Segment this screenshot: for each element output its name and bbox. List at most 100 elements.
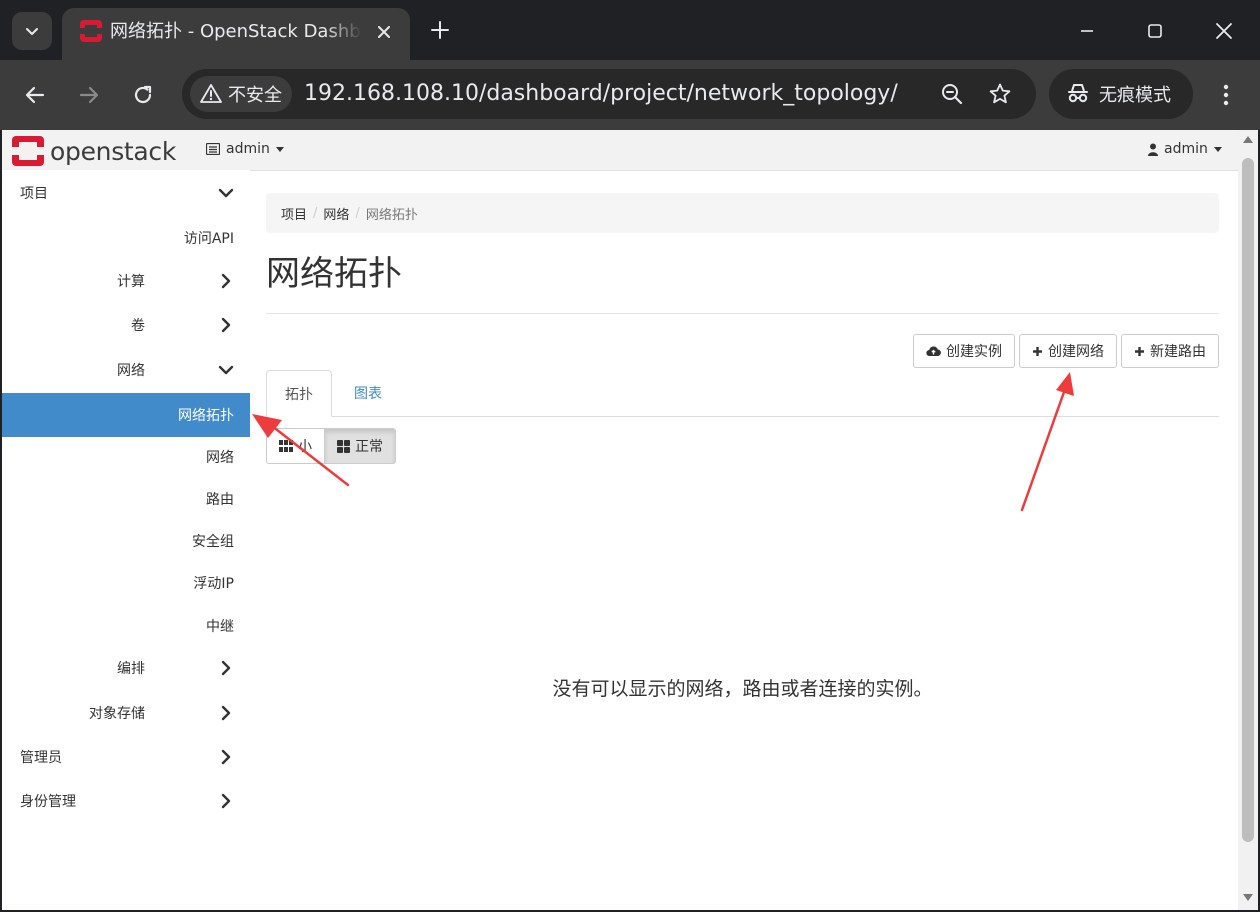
project-dropdown[interactable]: admin <box>206 141 284 157</box>
browser-tab[interactable]: 网络拓扑 - OpenStack Dashboard <box>62 8 410 60</box>
sidebar-item-networks[interactable]: 网络 <box>2 435 250 479</box>
create-router-label: 新建路由 <box>1150 344 1206 360</box>
sidebar-item-network-topology[interactable]: 网络拓扑 <box>2 393 250 437</box>
create-network-button[interactable]: 创建网络 <box>1019 334 1117 368</box>
sidebar-item-label: 网络拓扑 <box>178 408 234 424</box>
small-size-button[interactable]: 小 <box>266 428 325 464</box>
back-button[interactable] <box>18 78 52 112</box>
breadcrumb: 项目 / 网络 / 网络拓扑 <box>266 193 1219 233</box>
tab-topology[interactable]: 拓扑 <box>266 370 332 417</box>
title-divider <box>266 313 1219 314</box>
reload-button[interactable] <box>126 78 160 112</box>
tab-graph[interactable]: 图表 <box>336 370 400 416</box>
sidebar-item-identity[interactable]: 身份管理 <box>2 779 250 823</box>
warning-icon <box>200 84 222 103</box>
new-tab-button[interactable] <box>426 16 454 44</box>
chevron-right-icon <box>221 793 231 809</box>
incognito-chip[interactable]: 无痕模式 <box>1049 69 1193 119</box>
minimize-icon <box>1081 30 1093 32</box>
scroll-up-arrow-icon[interactable] <box>1243 136 1253 143</box>
sidebar-item-access-api[interactable]: 访问API <box>2 216 250 260</box>
sidebar-item-label: 对象存储 <box>89 706 145 722</box>
address-bar[interactable]: 不安全 192.168.108.10/dashboard/project/net… <box>182 69 1036 119</box>
incognito-icon <box>1068 84 1088 103</box>
url-text[interactable]: 192.168.108.10/dashboard/project/network… <box>304 80 898 108</box>
browser-menu-button[interactable] <box>1212 78 1240 112</box>
minimize-button[interactable] <box>1070 14 1104 48</box>
sidebar-item-label: 路由 <box>206 492 234 508</box>
browser-toolbar: 不安全 192.168.108.10/dashboard/project/net… <box>0 60 1260 130</box>
sidebar-item-object-store[interactable]: 对象存储 <box>2 691 250 735</box>
chevron-right-icon <box>221 660 231 676</box>
page-scrollbar[interactable] <box>1238 130 1258 910</box>
normal-size-button[interactable]: 正常 <box>325 428 396 464</box>
scroll-down-arrow-icon[interactable] <box>1243 894 1253 901</box>
chevron-down-icon <box>26 28 38 35</box>
sidebar-item-label: 卷 <box>131 318 145 334</box>
chevron-right-icon <box>221 273 231 289</box>
openstack-header: openstack admin admin <box>2 130 1238 171</box>
grid-small-icon <box>279 440 293 452</box>
sidebar-item-orchestration[interactable]: 编排 <box>2 646 250 690</box>
sidebar-item-label: 项目 <box>20 186 48 202</box>
cloud-upload-icon <box>926 345 941 357</box>
size-toggle-group: 小 正常 <box>266 428 396 464</box>
zoom-button[interactable] <box>938 80 966 108</box>
create-instance-button[interactable]: 创建实例 <box>913 334 1015 368</box>
view-tabs: 拓扑 图表 <box>266 370 1219 417</box>
sidebar-item-label: 访问API <box>183 231 234 247</box>
sidebar-item-label: 计算 <box>117 274 145 290</box>
bookmark-button[interactable] <box>986 80 1014 108</box>
security-chip[interactable]: 不安全 <box>190 76 292 112</box>
sidebar-item-label: 编排 <box>117 661 145 677</box>
forward-button[interactable] <box>72 78 106 112</box>
project-label: admin <box>226 141 270 157</box>
small-size-label: 小 <box>298 439 312 455</box>
create-network-label: 创建网络 <box>1048 344 1104 360</box>
main-content: 项目 / 网络 / 网络拓扑 网络拓扑 创建实例 创建网络 新建路由 拓扑 图表… <box>266 170 1219 910</box>
tab-title: 网络拓扑 - OpenStack Dashboard <box>110 21 362 42</box>
openstack-logo[interactable]: openstack <box>12 136 176 166</box>
page-title: 网络拓扑 <box>266 254 402 294</box>
maximize-button[interactable] <box>1138 14 1172 48</box>
tab-close-button[interactable] <box>372 20 396 44</box>
openstack-favicon-icon <box>80 20 102 42</box>
breadcrumb-item-network[interactable]: 网络 <box>323 204 349 223</box>
sidebar-item-security-groups[interactable]: 安全组 <box>2 519 250 563</box>
sidebar-item-label: 身份管理 <box>20 794 76 810</box>
sidebar-item-floating-ips[interactable]: 浮动IP <box>2 561 250 605</box>
chevron-down-icon <box>218 365 234 375</box>
normal-size-label: 正常 <box>355 439 383 455</box>
sidebar-item-network-group[interactable]: 网络 <box>2 348 250 392</box>
sidebar-item-project[interactable]: 项目 <box>2 171 250 215</box>
user-dropdown[interactable]: admin <box>1148 141 1222 157</box>
caret-down-icon <box>275 146 284 152</box>
plus-icon <box>1032 346 1043 357</box>
chevron-right-icon <box>221 705 231 721</box>
sidebar-item-trunks[interactable]: 中继 <box>2 604 250 648</box>
sidebar-item-routers[interactable]: 路由 <box>2 477 250 521</box>
more-vertical-icon <box>1223 84 1229 106</box>
breadcrumb-item-project[interactable]: 项目 <box>281 204 307 223</box>
chevron-down-icon <box>218 188 234 198</box>
sidebar-item-volumes[interactable]: 卷 <box>2 303 250 347</box>
openstack-logo-icon <box>12 136 44 166</box>
sidebar: 项目 访问API 计算 卷 网络 网络拓扑 网络 路由 安全组 浮动IP 中继 … <box>2 170 250 910</box>
scroll-thumb[interactable] <box>1242 158 1254 842</box>
sidebar-item-label: 管理员 <box>20 750 62 766</box>
sidebar-item-label: 网络 <box>206 450 234 466</box>
browser-titlebar: 网络拓扑 - OpenStack Dashboard <box>0 0 1260 60</box>
maximize-icon <box>1148 24 1162 38</box>
user-icon <box>1148 143 1158 156</box>
page-viewport: openstack admin admin 项目 访问API 计算 卷 网络 网… <box>2 130 1238 910</box>
window-close-button[interactable] <box>1207 14 1241 48</box>
action-buttons: 创建实例 创建网络 新建路由 <box>913 334 1219 368</box>
security-label: 不安全 <box>228 85 282 106</box>
user-label: admin <box>1164 141 1208 157</box>
tab-search-button[interactable] <box>12 12 52 50</box>
reload-icon <box>134 85 152 104</box>
sidebar-item-admin[interactable]: 管理员 <box>2 735 250 779</box>
sidebar-item-compute[interactable]: 计算 <box>2 259 250 303</box>
create-router-button[interactable]: 新建路由 <box>1121 334 1219 368</box>
incognito-label: 无痕模式 <box>1099 85 1171 106</box>
